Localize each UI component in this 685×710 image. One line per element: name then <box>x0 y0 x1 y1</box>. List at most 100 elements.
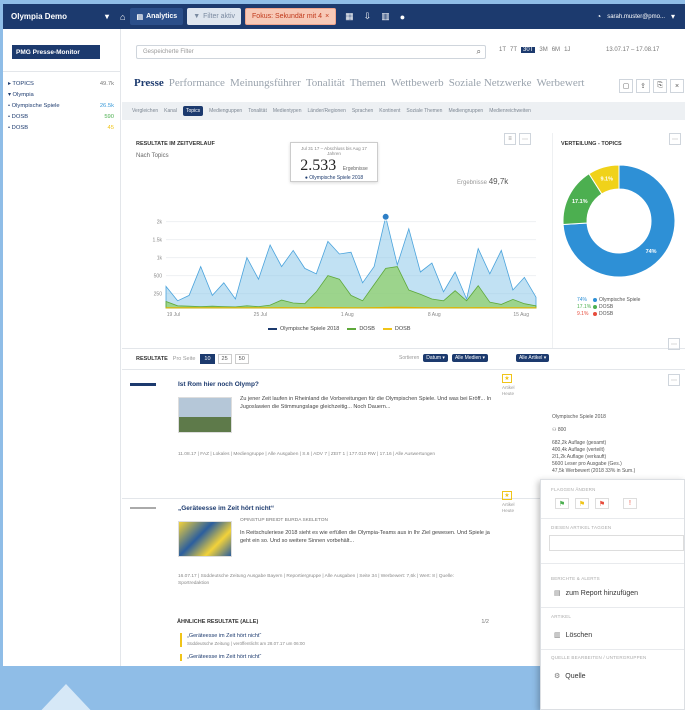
focus-warning-chip[interactable]: Fokus: Sekundär mit 4 × <box>245 8 337 25</box>
sidebar-item[interactable]: • DOSB 45 <box>3 122 120 133</box>
article-excerpt: In Reitschuleriese 2018 sieht es wie erf… <box>240 530 490 544</box>
subtab-soziale-themen[interactable]: Soziale Themen <box>406 108 442 114</box>
result-article[interactable]: Ist Rom hier noch Olymp? Zu jener Zeit l… <box>130 381 498 491</box>
related-title[interactable]: „Geräteesse im Zeit hört nicht“ <box>187 633 410 640</box>
tab-werbewert[interactable]: Werbewert <box>536 77 584 89</box>
tag-input[interactable] <box>549 535 684 551</box>
subtab-kontinent[interactable]: Kontinent <box>379 108 400 114</box>
sidebar-item[interactable]: • DOSB 590 <box>3 111 120 122</box>
source-button[interactable]: ⚙ Quelle <box>541 672 684 681</box>
more-options-icon[interactable]: ⋯ <box>668 338 680 350</box>
close-icon[interactable]: × <box>670 79 684 93</box>
tab-performance[interactable]: Performance <box>169 77 225 89</box>
sidebar-item[interactable]: ▸ TOPICS 49.7k <box>3 78 120 89</box>
export-icon[interactable]: ⇪ <box>636 79 650 93</box>
tab-soziale-netzwerke[interactable]: Soziale Netzwerke <box>449 77 532 89</box>
article-title[interactable]: „Geräteesse im Zeit hört nicht“ <box>178 505 274 512</box>
grid-view-icon[interactable]: ▢ <box>619 79 633 93</box>
table-icon[interactable]: ▥ <box>381 11 390 22</box>
related-article[interactable]: „Geräteesse im Zeit hört nicht“ Süddeuts… <box>180 633 410 647</box>
filter-label: Filter aktiv <box>203 13 236 20</box>
series-area-2[interactable] <box>165 306 537 309</box>
filter-chip[interactable]: ▼ Filter aktiv <box>187 8 242 25</box>
result-article[interactable]: „Geräteesse im Zeit hört nicht“ OPINSTUP… <box>130 505 498 605</box>
tab-presse[interactable]: Presse <box>134 77 164 89</box>
grid-icon[interactable]: ▦ <box>345 11 354 22</box>
flag-green-icon[interactable]: ⚑ <box>555 498 569 509</box>
range-option[interactable]: 1T <box>499 47 506 53</box>
download-icon[interactable]: ⇩ <box>364 11 372 22</box>
subtab-medienreichweiten[interactable]: Medienreichweiten <box>489 108 531 114</box>
sidebar-item[interactable]: ▾ Olympia <box>3 89 120 100</box>
range-option[interactable]: 3M <box>539 47 547 53</box>
legend-item[interactable]: Olympische Spiele 2018 <box>268 326 339 332</box>
page-size-option[interactable]: 50 <box>234 354 249 364</box>
more-options-icon[interactable]: ⋯ <box>668 374 680 386</box>
gear-icon: ⚙ <box>554 673 561 680</box>
timeline-area-chart[interactable]: 2k 1.5k 1k 500 250 19 Jul 25 Jul 1 Aug 8 Aug 15 A… <box>144 188 544 323</box>
subtab-medienguppen[interactable]: Medienguppen <box>209 108 242 114</box>
subtab-tonalit-t[interactable]: Tonalität <box>248 108 267 114</box>
donut-legend-item[interactable]: 9.1% DOSB <box>577 311 640 318</box>
donut-legend-item[interactable]: 74% Olympische Spiele <box>577 297 640 304</box>
flag-yellow-icon[interactable]: ⚑ <box>575 498 589 509</box>
tab-themen[interactable]: Themen <box>350 77 386 89</box>
subtab-medientypen[interactable]: Medientypen <box>273 108 302 114</box>
article-title[interactable]: Ist Rom hier noch Olymp? <box>178 381 259 388</box>
add-to-report-button[interactable]: ▤ zum Report hinzufügen <box>541 589 684 598</box>
donut-legend-item[interactable]: 17.1% DOSB <box>577 304 640 311</box>
sidebar-item[interactable]: • Olympische Spiele 26.5k <box>3 100 120 111</box>
more-options-icon[interactable]: ⋯ <box>669 133 681 145</box>
table-toggle-icon[interactable]: ≡ <box>504 133 516 145</box>
subtab-sprachen[interactable]: Sprachen <box>352 108 373 114</box>
analytics-tab[interactable]: ▤ Analytics <box>130 8 184 25</box>
topic-donut-chart[interactable]: 74% 17.1% 9.1% <box>557 159 682 289</box>
subtab-kanal[interactable]: Kanal <box>164 108 177 114</box>
share-icon[interactable]: ⎘ <box>653 79 667 93</box>
range-option[interactable]: 7T <box>510 47 517 53</box>
chart-legend: Olympische Spiele 2018 DOSB DOSB <box>268 326 411 332</box>
search-icon[interactable]: ⌕ <box>477 47 481 57</box>
logo: PMG Presse-Monitor <box>12 45 100 59</box>
related-title[interactable]: „Geräteesse im Zeit hört nicht“ <box>187 654 410 661</box>
highlighted-point[interactable] <box>381 212 390 221</box>
more-options-icon[interactable]: ⋯ <box>519 133 531 145</box>
exclamation-icon[interactable]: ! <box>623 498 637 509</box>
flag-red-icon[interactable]: ⚑ <box>595 498 609 509</box>
project-switcher[interactable]: Olympia Demo ▾ <box>3 12 115 21</box>
saved-filter-search[interactable]: Gespeicherte Filter ⌕ <box>136 45 486 59</box>
range-option[interactable]: 1J <box>564 47 570 53</box>
user-menu[interactable]: ◔ sarah.muster@pmo... ▾ <box>596 12 685 21</box>
media-filter-chip[interactable]: Alle Medien ▾ <box>451 354 488 362</box>
date-range-display[interactable]: 13.07.17 – 17.08.17 <box>606 47 659 53</box>
article-thumbnail[interactable] <box>178 521 232 557</box>
timeline-chart-card: RESULTATE IM ZEITVERLAUF Nach Topics ≡ ⋯… <box>122 133 552 348</box>
subtab-l-nder-regionen[interactable]: Länder/Regionen <box>307 108 345 114</box>
tab-tonalität[interactable]: Tonalität <box>306 77 345 89</box>
page-size-option[interactable]: 10 <box>200 354 215 364</box>
subtab-vergleichen[interactable]: Vergleichen <box>132 108 158 114</box>
range-option[interactable]: 6M <box>552 47 560 53</box>
range-option[interactable]: 30T <box>521 47 536 53</box>
divider <box>122 348 685 349</box>
trash-icon: ▥ <box>554 632 561 639</box>
y-tick-label: 1k <box>157 256 163 262</box>
legend-item[interactable]: DOSB <box>347 326 375 332</box>
related-article[interactable]: „Geräteesse im Zeit hört nicht“ <box>180 654 410 661</box>
subtab-mediengruppen[interactable]: Mediengruppen <box>448 108 483 114</box>
notification-icon[interactable]: ◔ <box>596 12 601 21</box>
page-size-option[interactable]: 25 <box>217 354 232 364</box>
sort-date-chip[interactable]: Datum ▾ <box>423 354 448 362</box>
flag-icon[interactable]: ★ <box>502 374 512 383</box>
legend-item[interactable]: DOSB <box>382 326 411 332</box>
subtab-topics[interactable]: Topics <box>182 106 204 116</box>
article-thumbnail[interactable] <box>178 397 232 433</box>
tab-wettbewerb[interactable]: Wettbewerb <box>391 77 444 89</box>
close-icon[interactable]: × <box>325 13 329 20</box>
article-filter-chip[interactable]: Alle Artikel ▾ <box>515 354 550 362</box>
delete-button[interactable]: ▥ Löschen <box>541 631 684 640</box>
home-icon[interactable]: ⌂ <box>120 12 125 22</box>
flag-icon[interactable]: ★ <box>502 491 512 500</box>
settings-icon[interactable]: ● <box>400 12 405 22</box>
tab-meinungsführer[interactable]: Meinungsführer <box>230 77 301 89</box>
